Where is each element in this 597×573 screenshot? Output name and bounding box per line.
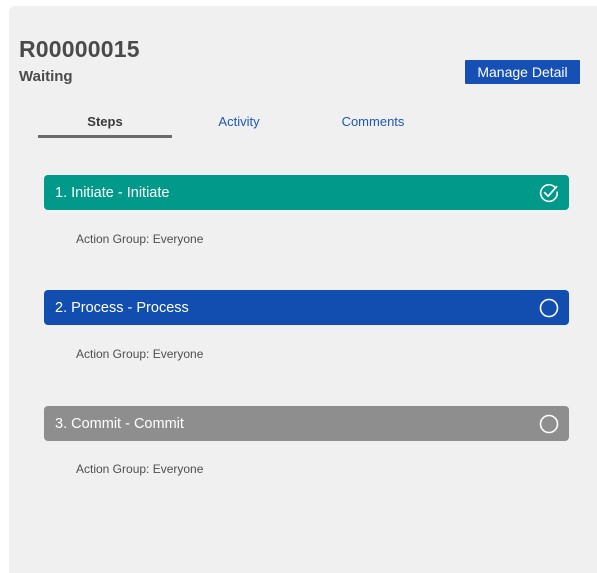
- step-label: 3. Commit - Commit: [55, 415, 184, 432]
- step-initiate[interactable]: 1. Initiate - Initiate: [44, 175, 569, 210]
- step-label: 2. Process - Process: [55, 299, 189, 316]
- action-group-text: Action Group: Everyone: [76, 462, 204, 476]
- step-label: 1. Initiate - Initiate: [55, 184, 170, 201]
- step-process[interactable]: 2. Process - Process: [44, 290, 569, 325]
- record-status: Waiting: [19, 68, 73, 85]
- circle-icon: [539, 298, 559, 317]
- active-tab-indicator: [38, 135, 172, 138]
- manage-detail-button[interactable]: Manage Detail: [465, 60, 580, 84]
- check-circle-icon: [539, 183, 559, 202]
- tab-steps[interactable]: Steps: [38, 114, 172, 129]
- tab-activity[interactable]: Activity: [200, 114, 278, 129]
- tab-comments[interactable]: Comments: [322, 114, 424, 129]
- record-id: R00000015: [19, 36, 140, 62]
- circle-icon: [539, 414, 559, 433]
- action-group-text: Action Group: Everyone: [76, 347, 204, 361]
- action-group-text: Action Group: Everyone: [76, 232, 204, 246]
- step-commit[interactable]: 3. Commit - Commit: [44, 406, 569, 441]
